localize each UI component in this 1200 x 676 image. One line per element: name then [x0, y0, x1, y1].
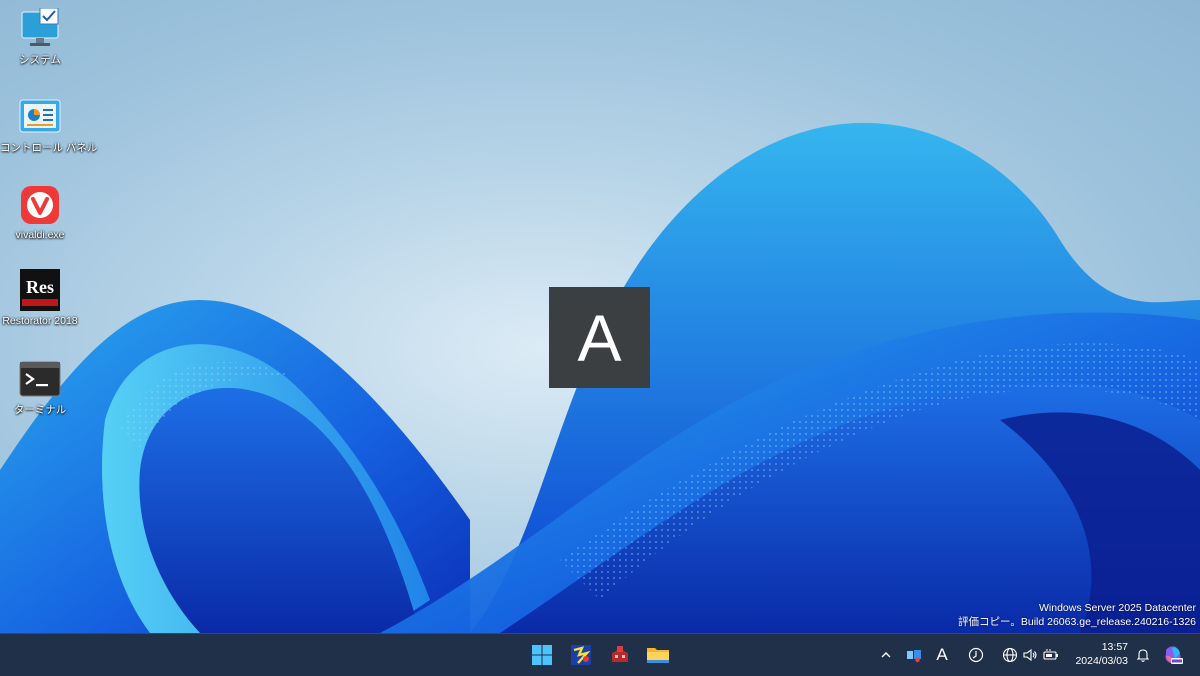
os-watermark: Windows Server 2025 Datacenter 評価コピー。Bui… — [958, 601, 1196, 629]
copilot-icon — [1165, 646, 1183, 664]
app-icon — [571, 645, 591, 665]
ime-options-button[interactable] — [964, 643, 988, 667]
taskbar: A 13:57 2024/03/03 — [0, 633, 1200, 676]
ime-mode-button[interactable]: A — [931, 643, 953, 667]
watermark-edition: Windows Server 2025 Datacenter — [1039, 602, 1196, 614]
folder-icon — [647, 648, 669, 663]
clock-date: 2024/03/03 — [1075, 655, 1128, 667]
desktop-icon-terminal[interactable]: ターミナル — [0, 358, 80, 417]
ime-mode-indicator: A — [549, 287, 650, 388]
svg-text:Res: Res — [26, 277, 54, 297]
start-button[interactable] — [526, 639, 558, 671]
desktop-icon-label: Restorator 2018 — [2, 315, 78, 327]
desktop-icon-restorator[interactable]: Res Restorator 2018 — [0, 269, 80, 328]
file-explorer-button[interactable] — [642, 639, 674, 671]
notifications-button[interactable] — [1133, 643, 1153, 667]
app-button-2[interactable] — [604, 639, 636, 671]
bluetooth-devices-icon — [907, 650, 921, 663]
desktop-icon-label: vivaldi.exe — [15, 229, 65, 241]
volume-button[interactable] — [1020, 643, 1040, 667]
windows-logo-icon — [532, 645, 552, 665]
monitor-check-icon — [18, 7, 62, 52]
desktop-icon-label: コントロール パネル — [0, 142, 98, 154]
tray-app-icon[interactable] — [902, 643, 926, 667]
app-icon — [612, 646, 628, 662]
vivaldi-icon — [18, 183, 62, 227]
chevron-up-icon — [881, 652, 891, 658]
watermark-build: 評価コピー。Build 26063.ge_release.240216-1326 — [957, 616, 1196, 628]
terminal-icon — [18, 358, 62, 402]
network-button[interactable] — [1000, 643, 1020, 667]
battery-button[interactable] — [1041, 643, 1061, 667]
restorator-icon: Res — [18, 269, 62, 313]
show-hidden-icons-button[interactable] — [876, 643, 896, 667]
desktop-icon-label: システム — [19, 54, 61, 66]
desktop-icon-vivaldi[interactable]: vivaldi.exe — [0, 183, 80, 242]
desktop: システム コントロール パネル vivaldi.exe Res Restorat… — [0, 0, 1200, 633]
copilot-button[interactable] — [1160, 643, 1186, 667]
clock[interactable]: 13:57 2024/03/03 — [1075, 640, 1128, 668]
bell-icon — [1136, 649, 1150, 662]
desktop-icon-control-panel[interactable]: コントロール パネル — [0, 96, 98, 155]
desktop-icon-label: ターミナル — [13, 404, 67, 416]
app-button-1[interactable] — [565, 639, 597, 671]
ime-pad-icon — [968, 647, 984, 663]
globe-icon — [1002, 647, 1018, 663]
control-panel-icon — [18, 96, 62, 140]
battery-icon — [1043, 649, 1058, 660]
clock-time: 13:57 — [1101, 641, 1128, 653]
speaker-icon — [1023, 648, 1037, 662]
desktop-icon-system[interactable]: システム — [0, 7, 80, 67]
